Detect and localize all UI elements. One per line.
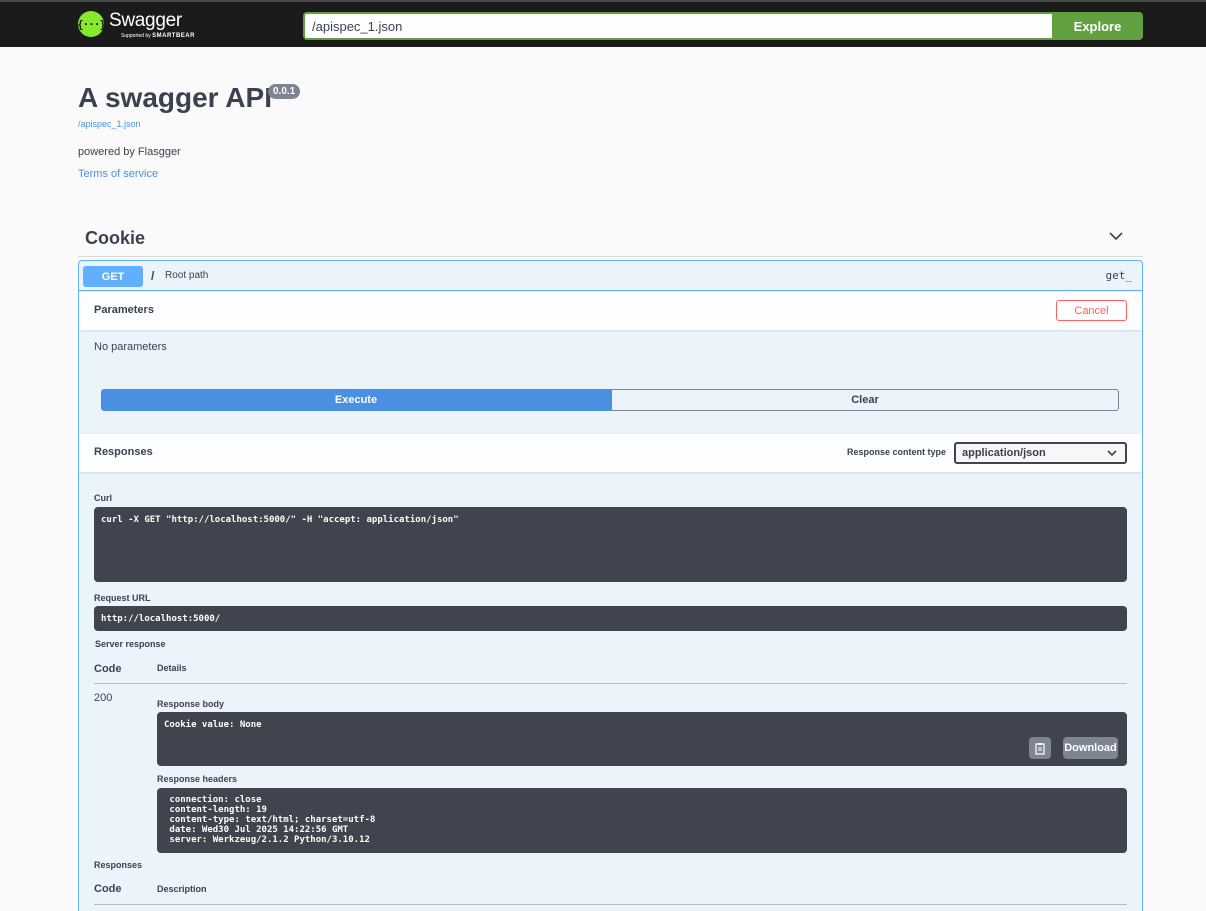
operation-block-get: GET / Root path get_ Parameters Cancel N… (78, 260, 1143, 911)
chevron-down-icon (1107, 450, 1117, 457)
response-status-code: 200 (94, 692, 113, 704)
spec-url-input[interactable] (303, 12, 1053, 40)
responses-description-header: Description (157, 884, 207, 894)
swagger-logo-icon: {···} (77, 11, 106, 37)
curl-label: Curl (94, 493, 112, 503)
responses-header: Responses Response content type applicat… (79, 434, 1142, 472)
execute-button[interactable]: Execute (101, 389, 611, 411)
response-content-type-value: application/json (962, 447, 1046, 459)
request-url-value[interactable]: http://localhost:5000/ (94, 606, 1127, 631)
logo-supported: Supported by SMARTBEAR (121, 33, 195, 39)
code-column-header: Code (94, 663, 122, 675)
operation-summary-text: Root path (165, 270, 209, 281)
response-headers-label: Response headers (157, 774, 238, 784)
chevron-down-icon[interactable] (1108, 228, 1124, 244)
copy-to-clipboard-icon[interactable] (1029, 737, 1051, 759)
response-body[interactable]: Cookie value: None (157, 712, 1127, 766)
logo-name: Swagger (109, 10, 182, 31)
no-parameters-text: No parameters (94, 341, 167, 353)
explore-button[interactable]: Explore (1052, 12, 1143, 40)
version-badge: 0.0.1 (268, 84, 301, 99)
terms-of-service-link[interactable]: Terms of service (78, 168, 158, 180)
topbar: {···} Swagger Supported by SMARTBEAR Exp… (0, 0, 1206, 47)
parameters-header: Parameters Cancel (79, 292, 1142, 330)
clear-button[interactable]: Clear (611, 389, 1119, 411)
responses-table-divider (94, 904, 1127, 905)
logo-text: Swagger Supported by SMARTBEAR (109, 10, 195, 40)
response-headers[interactable]: connection: close content-length: 19 con… (157, 788, 1127, 853)
response-content-type-label: Response content type (847, 447, 947, 457)
server-response-label: Server response (95, 639, 166, 649)
tag-header-cookie[interactable]: Cookie (78, 220, 1143, 257)
response-body-label: Response body (157, 699, 225, 709)
curl-command[interactable]: curl -X GET "http://localhost:5000/" -H … (94, 507, 1127, 582)
execute-wrapper: Execute Clear (101, 389, 1119, 411)
operation-path: / (151, 269, 155, 283)
method-badge: GET (83, 266, 143, 287)
tag-name: Cookie (85, 228, 146, 248)
logo-supported-text: Supported by (121, 33, 151, 39)
logo-brand: SMARTBEAR (152, 33, 195, 39)
response-content-type-select[interactable]: application/json (954, 442, 1127, 464)
details-column-header: Details (157, 663, 187, 673)
parameters-title: Parameters (94, 304, 154, 316)
responses-title: Responses (94, 446, 153, 458)
responses-code-header: Code (94, 883, 122, 895)
cancel-button[interactable]: Cancel (1056, 300, 1127, 321)
api-description: powered by Flasgger (78, 146, 181, 158)
responses-table-title: Responses (94, 860, 143, 870)
operation-summary[interactable]: GET / Root path get_ (79, 261, 1142, 291)
download-button[interactable]: Download (1063, 737, 1118, 759)
clipboard-icon (1035, 742, 1045, 755)
api-title: A swagger API (78, 82, 272, 113)
table-divider (94, 683, 1127, 684)
spec-link[interactable]: /apispec_1.json (78, 119, 141, 129)
swagger-logo[interactable]: {···} Swagger Supported by SMARTBEAR (77, 10, 195, 41)
request-url-label: Request URL (94, 593, 151, 603)
operation-id: get_ (1105, 269, 1133, 282)
